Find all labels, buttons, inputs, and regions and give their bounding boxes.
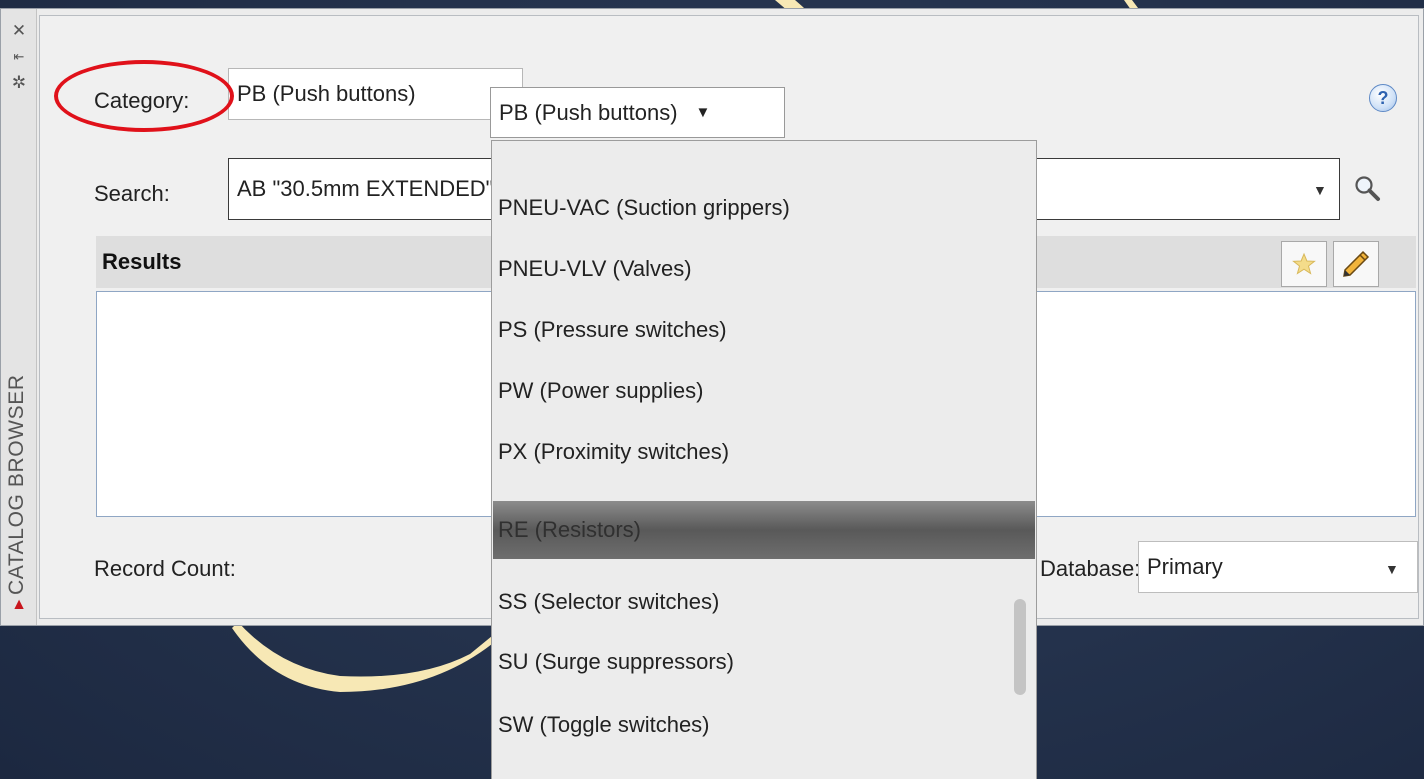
dropdown-item-pw[interactable]: PW (Power supplies): [493, 362, 1035, 420]
dropdown-item-pneu-vac[interactable]: PNEU-VAC (Suction grippers): [493, 179, 1035, 237]
search-label: Search:: [94, 181, 170, 206]
auto-hide-icon[interactable]: ⇤: [1, 45, 37, 69]
dropdown-item-su[interactable]: SU (Surge suppressors): [493, 633, 1035, 691]
search-icon[interactable]: [1353, 174, 1381, 202]
pencil-icon: [1343, 250, 1370, 277]
dropdown-scrollbar-thumb[interactable]: [1014, 599, 1026, 695]
category-field[interactable]: PB (Push buttons): [228, 68, 523, 120]
dropdown-item-re[interactable]: RE (Resistors): [493, 501, 1035, 559]
star-icon: [1292, 252, 1316, 275]
properties-icon[interactable]: ✲: [1, 71, 37, 95]
palette-title: CATALOG BROWSER: [5, 374, 28, 595]
category-dropdown-list[interactable]: PNEU-VAC (Suction grippers) PNEU-VLV (Va…: [491, 140, 1037, 779]
category-dropdown-header[interactable]: PB (Push buttons) ▼: [490, 87, 785, 138]
dropdown-item-ss[interactable]: SS (Selector switches): [493, 573, 1035, 631]
chevron-down-icon[interactable]: ▼: [696, 104, 711, 121]
record-count-label: Record Count:: [94, 556, 236, 581]
database-label: Database:: [1040, 556, 1141, 581]
database-select[interactable]: Primary: [1138, 541, 1418, 593]
dropdown-item-pneu-vlv[interactable]: PNEU-VLV (Valves): [493, 240, 1035, 298]
edit-button[interactable]: [1333, 241, 1379, 287]
autocad-logo-icon: ▲: [11, 596, 27, 613]
search-dropdown-arrow-icon[interactable]: ▼: [1313, 182, 1327, 198]
category-label: Category:: [94, 88, 190, 113]
dropdown-item-px[interactable]: PX (Proximity switches): [493, 423, 1035, 481]
dropdown-item-ps[interactable]: PS (Pressure switches): [493, 301, 1035, 359]
database-dropdown-arrow-icon[interactable]: ▼: [1385, 561, 1399, 577]
favorite-button[interactable]: [1281, 241, 1327, 287]
palette-title-strip: ✕ ⇤ ✲ CATALOG BROWSER ▲: [1, 9, 37, 625]
help-icon[interactable]: ?: [1369, 84, 1397, 112]
category-dropdown-value: PB (Push buttons): [499, 99, 678, 125]
dropdown-item-sw[interactable]: SW (Toggle switches): [493, 696, 1035, 754]
close-icon[interactable]: ✕: [1, 19, 37, 43]
